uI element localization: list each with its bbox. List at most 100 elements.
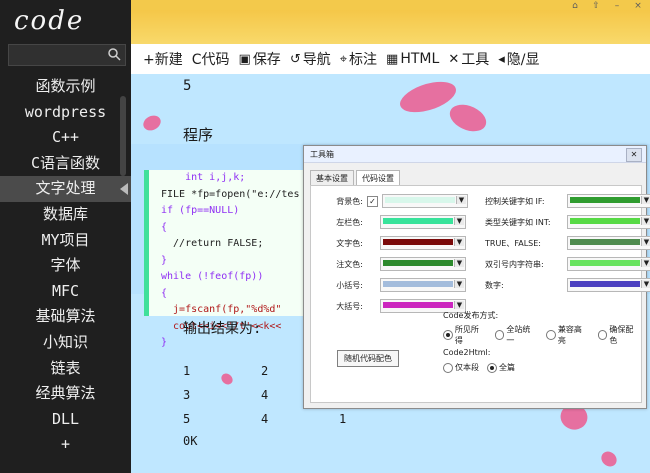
string-color-select[interactable]: ▼ <box>567 257 650 271</box>
tools-button[interactable]: ✕ 工具 <box>448 49 489 69</box>
label: TRUE、FALSE: <box>485 238 541 248</box>
dialog-titlebar[interactable]: 工具箱 ✕ <box>304 146 646 163</box>
bool-color-select[interactable]: ▼ <box>567 236 650 250</box>
sidebar-item[interactable]: 数据库 <box>0 202 131 228</box>
result-cell: 1 <box>339 412 347 426</box>
chevron-down-icon[interactable]: ▼ <box>454 301 464 309</box>
int-color-select[interactable]: ▼ <box>567 215 650 229</box>
new-button[interactable]: +新建 <box>143 49 183 69</box>
publish-label: Code发布方式: <box>443 311 499 320</box>
bg-color-select[interactable]: ▼ <box>382 194 468 208</box>
chevron-down-icon[interactable]: ▼ <box>641 259 650 267</box>
sidebar-item[interactable]: wordpress <box>0 100 131 126</box>
result-cell: 4 <box>261 388 269 402</box>
label: 类型关键字如 INT: <box>485 217 551 227</box>
search-icon[interactable] <box>107 47 121 61</box>
save-icon: ▣ <box>238 51 251 67</box>
result-cell: 2 <box>261 364 269 378</box>
chevron-down-icon[interactable]: ▼ <box>454 238 464 246</box>
code2html-option[interactable]: 全篇 <box>487 362 515 373</box>
program-heading: 程序 <box>183 126 214 144</box>
radio-dot <box>546 330 556 340</box>
search-box[interactable] <box>8 44 126 66</box>
save-button[interactable]: ▣ 保存 <box>239 49 281 69</box>
code-line: while (!feof(fp)) <box>161 271 264 282</box>
chevron-down-icon[interactable]: ▼ <box>454 259 464 267</box>
sidebar-item[interactable]: MFC <box>0 279 131 305</box>
color-swatch <box>570 281 640 287</box>
sidebar-scrollbar[interactable] <box>120 96 126 176</box>
publish-option[interactable]: 兼容高亮 <box>546 324 590 346</box>
code-settings-panel: 背景色: ✓ ▼ 左栏色: ▼ 文字色: ▼ 注文色: ▼ 小括号: ▼ 大括号… <box>310 185 650 403</box>
pin-icon: ⌖ <box>339 51 348 67</box>
color-swatch <box>385 197 455 203</box>
publish-option[interactable]: 全站统一 <box>494 324 539 346</box>
publish-option[interactable]: 所见所得 <box>443 324 487 346</box>
html-button[interactable]: ▦ HTML <box>386 51 439 67</box>
sidebar-nav: 函数示例 wordpress C++ C语言函数 文字处理 数据库 MY项目 字… <box>0 74 131 458</box>
radio-dot <box>443 330 453 340</box>
petal-decoration <box>598 449 620 469</box>
toolbar: +新建 C代码 ▣ 保存 ↺ 导航 ⌖ 标注 ▦ HTML ✕ 工具 ◂ 隐/显 <box>131 44 650 75</box>
random-color-button[interactable]: 随机代码配色 <box>337 350 399 367</box>
if-color-select[interactable]: ▼ <box>567 194 650 208</box>
sidebar-item-active[interactable]: 文字处理 <box>0 176 131 202</box>
number-color-select[interactable]: ▼ <box>567 278 650 292</box>
int-color-row: 类型关键字如 INT: ▼ <box>485 215 650 229</box>
hide-show-button[interactable]: ◂ 隐/显 <box>498 49 539 69</box>
color-swatch <box>383 281 453 287</box>
color-swatch <box>383 260 453 266</box>
sidebar: code 函数示例 wordpress C++ C语言函数 文字处理 数据库 M… <box>0 0 131 473</box>
label: 左栏色: <box>336 217 363 227</box>
toolbox-dialog: 工具箱 ✕ 基本设置 代码设置 背景色: ✓ ▼ 左栏色: ▼ 文字色: ▼ 注… <box>303 145 650 409</box>
sidebar-item[interactable]: C++ <box>0 125 131 151</box>
nav-button[interactable]: ↺ 导航 <box>290 49 331 69</box>
dialog-title: 工具箱 <box>310 150 334 159</box>
text-color-select[interactable]: ▼ <box>380 236 466 250</box>
code-line: FILE *fp=fopen("e://tes <box>161 188 300 200</box>
paren-color-select[interactable]: ▼ <box>380 278 466 292</box>
chevron-down-icon[interactable]: ▼ <box>641 196 650 204</box>
sidebar-item[interactable]: 字体 <box>0 253 131 279</box>
mark-button[interactable]: ⌖ 标注 <box>340 49 377 69</box>
if-color-row: 控制关键字如 IF: ▼ <box>485 194 650 208</box>
chevron-down-icon[interactable]: ▼ <box>641 217 650 225</box>
code-line: //return FALSE; <box>161 238 264 249</box>
sidebar-item[interactable]: 函数示例 <box>0 74 131 100</box>
code-button[interactable]: C代码 <box>192 49 230 69</box>
sidebar-item[interactable]: 链表 <box>0 356 131 382</box>
chevron-down-icon[interactable]: ▼ <box>454 217 464 225</box>
radio-dot <box>487 362 497 373</box>
chevron-down-icon[interactable]: ▼ <box>641 280 650 288</box>
sidebar-item[interactable]: 基础算法 <box>0 304 131 330</box>
code-line: { <box>161 221 168 233</box>
label: 背景色: <box>336 196 363 206</box>
comment-color-select[interactable]: ▼ <box>380 257 466 271</box>
sidebar-item-add[interactable]: + <box>0 432 131 458</box>
publish-option[interactable]: 确保配色 <box>597 324 642 346</box>
result-cell: 4 <box>261 412 269 426</box>
html-icon: ▦ <box>386 51 399 67</box>
sidebar-item[interactable]: 小知识 <box>0 330 131 356</box>
left-bar-color-row: 左栏色: ▼ <box>317 215 466 229</box>
result-cell: 5 <box>183 412 191 426</box>
radio-dot <box>597 330 608 340</box>
sidebar-item[interactable]: 经典算法 <box>0 381 131 407</box>
code-line: if (fp==NULL) <box>161 205 240 216</box>
left-bar-color-select[interactable]: ▼ <box>380 215 466 229</box>
chevron-down-icon[interactable]: ▼ <box>454 280 464 288</box>
number-color-row: 数字: ▼ <box>485 278 650 292</box>
publish-options: 所见所得 全站统一 兼容高亮 确保配色 <box>443 324 641 346</box>
sidebar-item[interactable]: DLL <box>0 407 131 433</box>
petal-decoration <box>446 100 490 136</box>
tools-icon: ✕ <box>448 51 460 67</box>
banner <box>131 10 650 44</box>
chevron-down-icon[interactable]: ▼ <box>456 196 466 204</box>
chevron-down-icon[interactable]: ▼ <box>641 238 650 246</box>
close-icon[interactable]: ✕ <box>626 148 642 162</box>
sidebar-item[interactable]: C语言函数 <box>0 151 131 177</box>
code2html-option[interactable]: 仅本段 <box>443 362 479 373</box>
label: 注文色: <box>336 259 363 269</box>
sidebar-item[interactable]: MY项目 <box>0 228 131 254</box>
background-checkbox[interactable]: ✓ <box>367 195 378 207</box>
